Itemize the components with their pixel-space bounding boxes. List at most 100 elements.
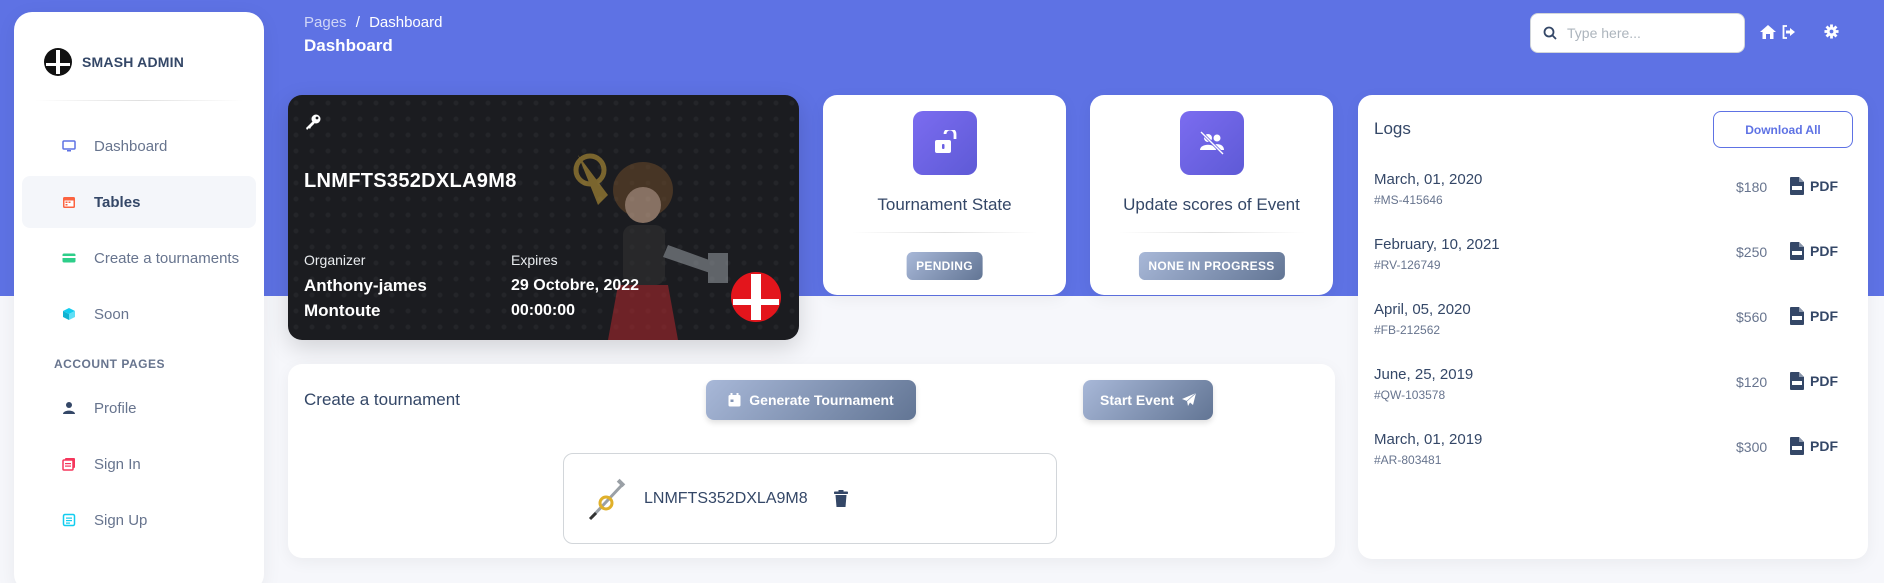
logs-card: Logs Download All March, 01, 2020 #MS-41… [1358, 95, 1868, 559]
key-icon [306, 114, 321, 130]
sidebar-item-label: Create a tournaments [94, 249, 240, 267]
log-date: June, 25, 2019 [1374, 366, 1474, 383]
pdf-link[interactable]: PDF [1790, 437, 1838, 455]
log-id: #MS-415646 [1374, 193, 1443, 207]
button-label: Generate Tournament [749, 392, 894, 408]
sidebar-item-label: Tables [94, 193, 141, 211]
sidebar: SMASH ADMIN Dashboard Tables Create a to… [14, 12, 264, 583]
tournament-state-card: Tournament State PENDING [823, 95, 1066, 295]
sidebar-item-dashboard[interactable]: Dashboard [22, 120, 256, 172]
update-scores-card: Update scores of Event NONE IN PROGRESS [1090, 95, 1333, 295]
sidebar-item-label: Profile [94, 399, 137, 417]
users-slash-icon [1199, 130, 1225, 156]
organizer-name: Anthony-james Montoute [304, 273, 484, 323]
tournament-item: LNMFTS352DXLA9M8 [563, 453, 1057, 544]
cube-icon [63, 308, 75, 320]
log-id: #AR-803481 [1374, 453, 1442, 467]
sidebar-item-tables[interactable]: Tables [22, 176, 256, 228]
trash-icon[interactable] [833, 490, 848, 507]
sidebar-item-sign-up[interactable]: Sign Up [22, 494, 256, 546]
card-title: Update scores of Event [1123, 195, 1300, 214]
log-date: March, 01, 2019 [1374, 431, 1483, 448]
desktop-icon [62, 140, 76, 152]
list-item: February, 10, 2021 #RV-126749 $250 PDF [1374, 236, 1852, 301]
pdf-link[interactable]: PDF [1790, 242, 1838, 260]
sidebar-item-profile[interactable]: Profile [22, 382, 256, 434]
search-icon [1543, 26, 1557, 40]
log-date: February, 10, 2021 [1374, 236, 1500, 253]
card-title: Logs [1374, 119, 1411, 138]
home-icon[interactable] [1760, 24, 1776, 39]
log-date: March, 01, 2020 [1374, 171, 1483, 188]
list-item: March, 01, 2020 #MS-415646 $180 PDF [1374, 171, 1852, 236]
sign-up-icon [62, 513, 76, 527]
breadcrumb-parent[interactable]: Pages [304, 14, 347, 31]
keyblade-icon [588, 478, 626, 520]
top-icons [1760, 24, 1839, 39]
card-title: Create a tournament [304, 390, 460, 409]
list-item: March, 01, 2019 #AR-803481 $300 PDF [1374, 431, 1852, 496]
breadcrumb-current: Dashboard [369, 14, 443, 31]
page-title: Dashboard [304, 36, 393, 55]
sidebar-nav: Dashboard Tables Create a tournaments So… [22, 120, 256, 550]
icon-tile [913, 111, 977, 175]
file-pdf-icon [1790, 307, 1804, 325]
pdf-link[interactable]: PDF [1790, 307, 1838, 325]
log-id: #RV-126749 [1374, 258, 1441, 272]
breadcrumb: Pages / Dashboard [304, 14, 442, 31]
pdf-label: PDF [1810, 438, 1838, 454]
breadcrumb-separator: / [355, 14, 360, 31]
section-heading: ACCOUNT PAGES [54, 357, 165, 371]
expires-date: 29 Octobre, 2022 [511, 277, 640, 294]
smash-logo-icon [44, 48, 72, 76]
brand-name: SMASH ADMIN [82, 54, 185, 70]
logout-icon[interactable] [1782, 24, 1796, 39]
sidebar-item-label: Soon [94, 305, 130, 323]
divider [851, 232, 1038, 233]
tournament-item-name: LNMFTS352DXLA9M8 [644, 489, 808, 507]
tournament-key-card: LNMFTS352DXLA9M8 Organizer Anthony-james… [288, 95, 799, 340]
user-icon [63, 402, 75, 414]
pdf-link[interactable]: PDF [1790, 177, 1838, 195]
expires-time: 00:00:00 [511, 302, 576, 319]
file-pdf-icon [1790, 177, 1804, 195]
log-amount: $250 [1736, 244, 1768, 260]
organizer-label: Organizer [304, 252, 366, 268]
gear-icon[interactable] [1824, 24, 1839, 39]
icon-tile [1180, 111, 1244, 175]
divider [1118, 232, 1305, 233]
card-title: Tournament State [877, 195, 1012, 214]
log-amount: $300 [1736, 439, 1768, 455]
list-item: April, 05, 2020 #FB-212562 $560 PDF [1374, 301, 1852, 366]
sidebar-item-soon[interactable]: Soon [22, 288, 256, 340]
log-id: #QW-103578 [1374, 388, 1446, 402]
calendar-icon [63, 197, 75, 208]
create-tournament-card: Create a tournament Generate Tournament … [288, 364, 1335, 558]
brand[interactable]: SMASH ADMIN [44, 48, 184, 76]
sidebar-item-create-tournaments[interactable]: Create a tournaments [22, 232, 256, 284]
log-amount: $180 [1736, 179, 1768, 195]
list-item: June, 25, 2019 #QW-103578 $120 PDF [1374, 366, 1852, 431]
start-event-button[interactable]: Start Event [1083, 380, 1213, 420]
sidebar-item-label: Sign In [94, 455, 141, 473]
expires-label: Expires [511, 252, 558, 268]
divider [34, 100, 244, 101]
log-id: #FB-212562 [1374, 323, 1441, 337]
log-amount: $560 [1736, 309, 1768, 325]
generate-tournament-button[interactable]: Generate Tournament [706, 380, 916, 420]
organizer-last-name: Montoute [304, 301, 381, 320]
search-input[interactable] [1567, 25, 1727, 41]
download-all-button[interactable]: Download All [1713, 111, 1853, 148]
tournament-code: LNMFTS352DXLA9M8 [304, 170, 517, 192]
log-amount: $120 [1736, 374, 1768, 390]
sidebar-item-label: Sign Up [94, 511, 148, 529]
file-pdf-icon [1790, 242, 1804, 260]
log-date: April, 05, 2020 [1374, 301, 1471, 318]
file-pdf-icon [1790, 372, 1804, 390]
pdf-label: PDF [1810, 373, 1838, 389]
sidebar-item-sign-in[interactable]: Sign In [22, 438, 256, 490]
logs-list: March, 01, 2020 #MS-415646 $180 PDF Febr… [1374, 171, 1852, 496]
organizer-first-name: Anthony-james [304, 276, 427, 295]
credit-card-icon [62, 253, 76, 263]
pdf-link[interactable]: PDF [1790, 372, 1838, 390]
